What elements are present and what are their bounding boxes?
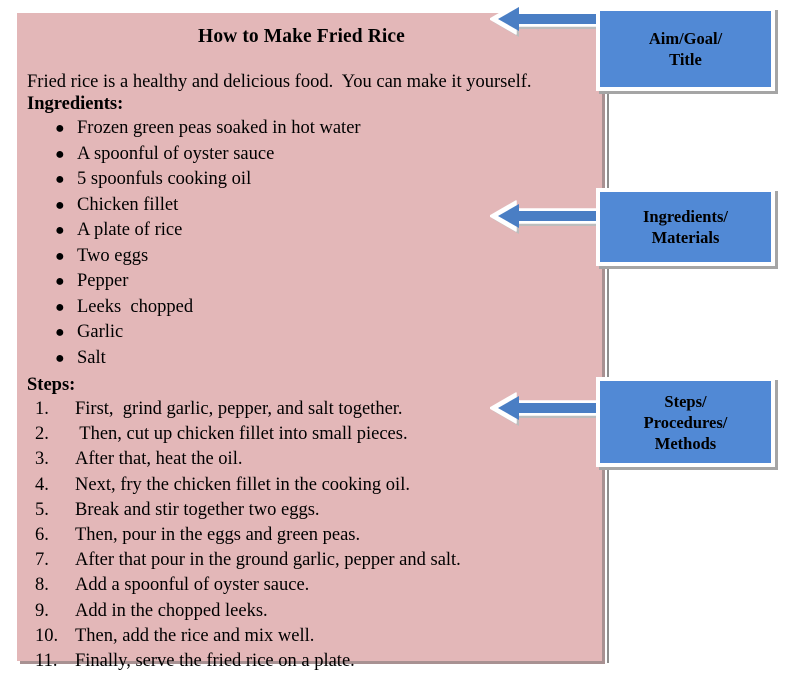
step-item: 9. Add in the chopped leeks.: [27, 599, 596, 624]
annotation-line: Procedures/: [643, 412, 728, 432]
steps-list: 1. First, grind garlic, pepper, and salt …: [27, 397, 596, 674]
annotation-box-steps-label: Steps/Procedures/Methods: [600, 391, 771, 454]
step-number: 6.: [35, 525, 49, 546]
ingredient-item: ● Two eggs: [27, 244, 596, 270]
step-label: Finally, serve the fried rice on a plate…: [75, 651, 355, 672]
step-label: First, grind garlic, pepper, and salt to…: [75, 399, 403, 419]
bullet-icon: ●: [55, 273, 65, 290]
bullet-icon: ●: [55, 171, 65, 188]
step-number: 10.: [35, 625, 59, 646]
step-number: 2.: [35, 424, 49, 445]
bullet-icon: ●: [55, 196, 65, 214]
annotation-line: Aim/Goal/: [648, 29, 723, 48]
step-label: After that pour in the ground garlic, pe…: [75, 550, 461, 571]
ingredient-item: ● A spoonful of oyster sauce: [27, 142, 596, 168]
diagram-canvas: How to Make Fried Rice Fried rice is a h…: [0, 0, 798, 685]
ingredient-item: ● Salt: [27, 346, 596, 372]
step-number: 1.: [35, 399, 49, 419]
bullet-icon: ●: [55, 324, 65, 341]
step-label: Then, pour in the eggs and green peas.: [75, 525, 361, 546]
intro-paragraph: Fried rice is a healthy and delicious fo…: [27, 72, 532, 92]
annotation-line: Methods: [654, 433, 717, 453]
step-item: 6. Then, pour in the eggs and green peas.: [27, 523, 596, 548]
ingredient-label: Garlic: [77, 322, 124, 342]
step-number: 5.: [35, 499, 49, 520]
step-number: 9.: [35, 600, 49, 621]
procedure-text-block: How to Make Fried Rice Fried rice is a h…: [17, 13, 602, 671]
annotation-box-aim-label: Aim/Goal/Title: [600, 28, 771, 70]
bullet-icon: ●: [55, 222, 65, 239]
ingredient-item: ● Frozen green peas soaked in hot water: [27, 116, 596, 142]
step-item: 8. Add a spoonful of oyster sauce.: [27, 573, 596, 598]
ingredient-label: Two eggs: [77, 245, 149, 266]
bullet-icon: ●: [55, 120, 65, 137]
annotation-box-steps: Steps/Procedures/Methods: [596, 377, 775, 467]
bullet-icon: ●: [55, 349, 65, 367]
connector-line: [607, 88, 609, 663]
left-arrow-icon-aim: [489, 2, 608, 42]
step-number: 11.: [35, 651, 58, 672]
step-item: 11. Finally, serve the fried rice on a pl…: [27, 649, 596, 674]
annotation-line: Ingredients/: [643, 207, 728, 226]
ingredient-label: A plate of rice: [77, 220, 183, 240]
step-number: 3.: [35, 449, 49, 470]
ingredients-heading: Ingredients:: [27, 94, 124, 114]
annotation-box-ingredients-label: Ingredients/Materials: [600, 206, 771, 248]
step-label: Add a spoonful of oyster sauce.: [75, 575, 310, 596]
step-label: Add in the chopped leeks.: [75, 600, 268, 621]
left-arrow-icon-ingredients: [489, 199, 608, 239]
step-item: 5. Break and stir together two eggs.: [27, 498, 596, 523]
annotation-box-ingredients: Ingredients/Materials: [596, 188, 775, 266]
ingredient-label: Salt: [77, 347, 106, 368]
step-label: Break and stir together two eggs.: [75, 499, 320, 520]
bullet-icon: ●: [55, 298, 65, 316]
procedure-text-content: How to Make Fried Rice Fried rice is a h…: [27, 19, 596, 674]
bullet-icon: ●: [55, 247, 65, 265]
ingredient-label: Chicken fillet: [77, 194, 179, 215]
step-number: 4.: [35, 474, 49, 495]
ingredients-list: ● Frozen green peas soaked in hot water ● A…: [27, 116, 596, 371]
left-arrow-icon-steps: [489, 391, 608, 431]
step-item: 7. After that pour in the ground garlic, …: [27, 548, 596, 573]
annotation-line: Title: [669, 50, 702, 69]
step-label: After that, heat the oil.: [75, 449, 243, 470]
step-label: Then, add the rice and mix well.: [75, 625, 315, 646]
annotation-box-aim: Aim/Goal/Title: [596, 7, 775, 91]
ingredient-item: ● Pepper: [27, 269, 596, 295]
step-item: 10. Then, add the rice and mix well.: [27, 624, 596, 649]
ingredient-item: ● 5 spoonfuls cooking oil: [27, 167, 596, 193]
ingredient-label: 5 spoonfuls cooking oil: [77, 169, 252, 189]
annotation-line: Steps/: [664, 391, 707, 411]
annotation-line: Materials: [651, 228, 720, 247]
ingredient-label: Pepper: [77, 271, 129, 291]
ingredient-label: Leeks chopped: [77, 296, 194, 317]
ingredient-item: ● Garlic: [27, 320, 596, 346]
step-label: Then, cut up chicken fillet into small p…: [75, 424, 408, 445]
step-item: 4. Next, fry the chicken fillet in the co…: [27, 473, 596, 498]
ingredient-item: ● Leeks chopped: [27, 295, 596, 321]
bullet-icon: ●: [55, 145, 65, 163]
step-number: 7.: [35, 550, 49, 571]
step-number: 8.: [35, 575, 49, 596]
step-label: Next, fry the chicken fillet in the cook…: [75, 474, 410, 495]
ingredient-label: Frozen green peas soaked in hot water: [77, 118, 361, 138]
ingredient-label: A spoonful of oyster sauce: [77, 143, 275, 164]
step-item: 3. After that, heat the oil.: [27, 447, 596, 472]
